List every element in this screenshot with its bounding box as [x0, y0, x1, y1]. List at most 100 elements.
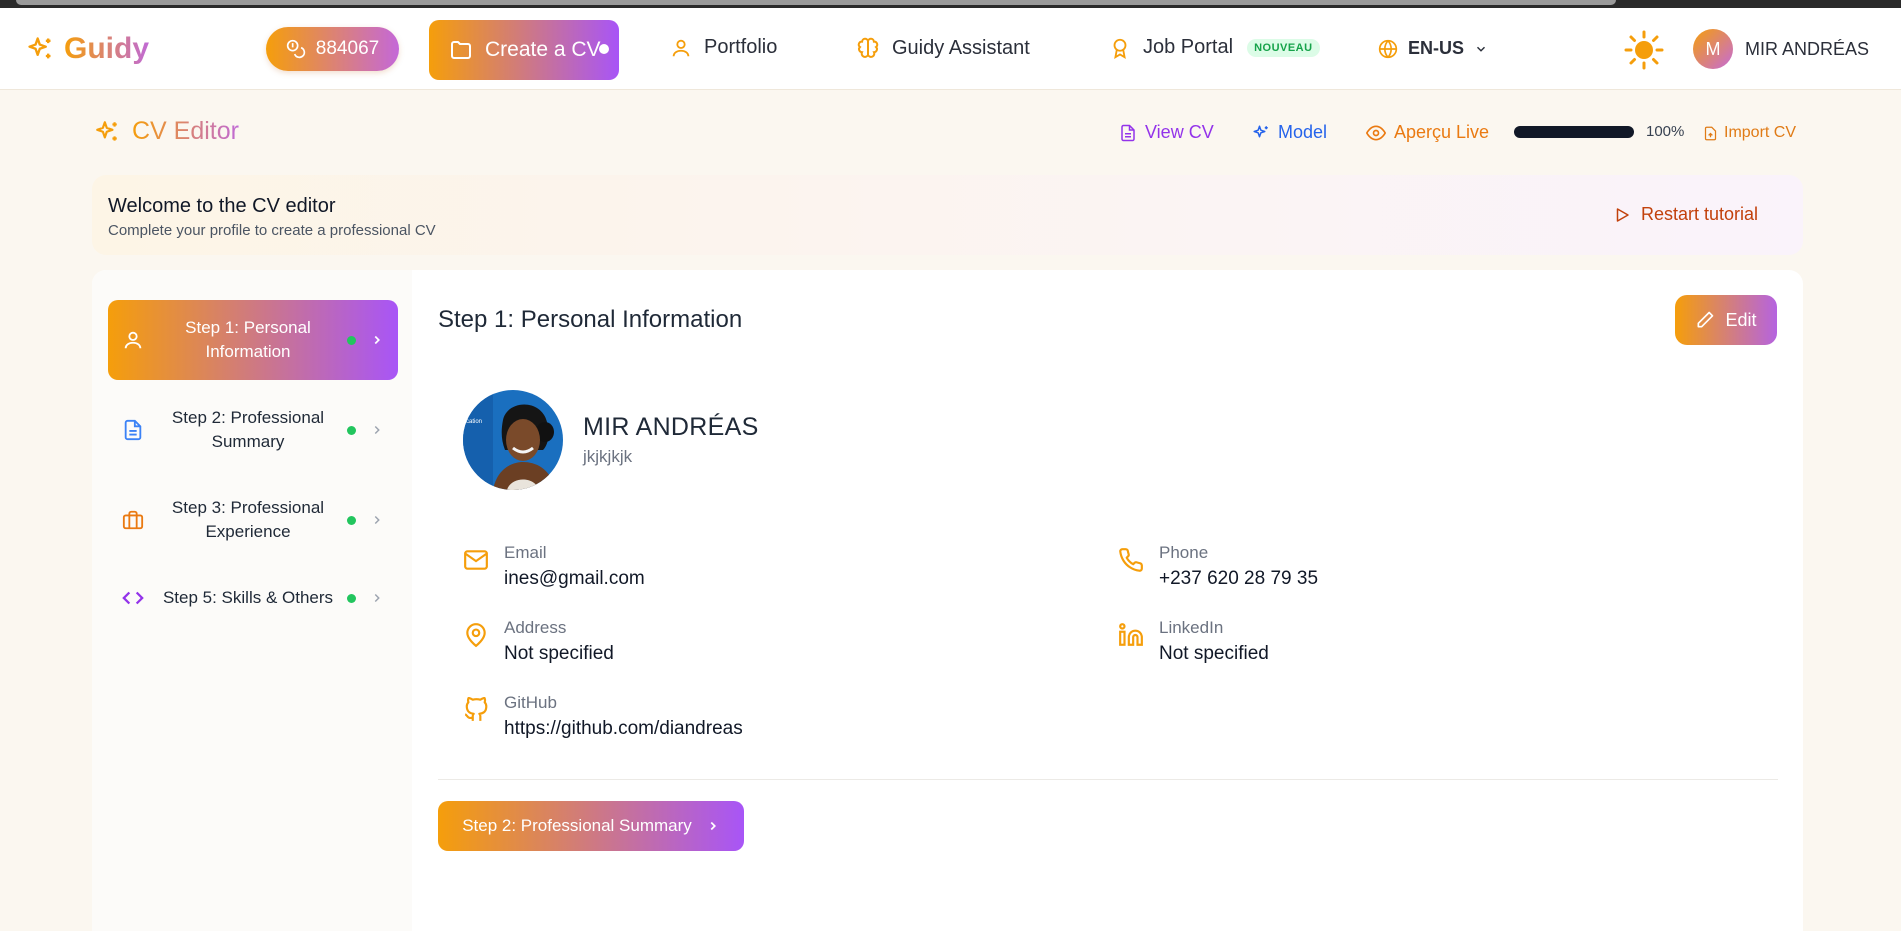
new-badge: NOUVEAU — [1247, 38, 1320, 57]
code-icon — [122, 591, 144, 605]
phone-value: +237 620 28 79 35 — [1159, 568, 1319, 589]
address-field: Address Not specified — [463, 618, 963, 668]
step-professional-summary[interactable]: Step 2: Professional Summary — [108, 390, 398, 470]
user-name: MIR ANDRÉAS — [1745, 38, 1870, 59]
linkedin-field: LinkedIn Not specified — [1118, 618, 1618, 668]
profile-name: MIR ANDRÉAS — [583, 413, 759, 441]
welcome-banner: Welcome to the CV editor Complete your p… — [92, 175, 1803, 255]
github-value[interactable]: https://github.com/diandreas — [504, 718, 743, 740]
edit-label: Edit — [1725, 309, 1757, 330]
user-icon — [672, 39, 690, 56]
step-personal-information[interactable]: Step 1: Personal Information — [108, 300, 398, 380]
avatar: M — [1693, 29, 1733, 69]
phone-icon — [1119, 548, 1143, 572]
email-value: ines@gmail.com — [504, 568, 645, 589]
next-step-button[interactable]: Step 2: Professional Summary — [438, 801, 744, 851]
sparkles-icon — [28, 37, 51, 59]
restart-tutorial-label: Restart tutorial — [1640, 204, 1758, 224]
nav-portfolio-label: Portfolio — [704, 36, 778, 58]
model-link[interactable]: Model — [1252, 122, 1327, 143]
next-step-label: Step 2: Professional Summary — [462, 816, 692, 835]
restart-tutorial-button[interactable]: Restart tutorial — [1613, 204, 1758, 225]
document-icon — [1121, 124, 1135, 141]
phone-field: Phone +237 620 28 79 35 — [1118, 543, 1618, 593]
chevron-right-icon — [374, 593, 380, 603]
pencil-icon — [1697, 311, 1714, 328]
sparkles-icon — [1253, 125, 1268, 137]
create-cv-label: Create a CV — [485, 38, 601, 61]
nav-job-portal[interactable]: Job Portal NOUVEAU — [1109, 36, 1320, 59]
user-menu[interactable]: M MIR ANDRÉAS — [1693, 29, 1869, 69]
edit-button[interactable]: Edit — [1675, 295, 1777, 345]
import-cv-link[interactable]: Import CV — [1703, 124, 1796, 142]
globe-icon — [1378, 39, 1398, 58]
progress-bar — [1514, 125, 1634, 138]
file-upload-icon — [1704, 126, 1717, 140]
view-cv-link[interactable]: View CV — [1119, 122, 1214, 143]
chevron-right-icon — [374, 335, 380, 345]
step-label: Step 1: Personal Information — [185, 318, 311, 361]
mail-icon — [464, 550, 488, 570]
chevron-right-icon — [374, 515, 380, 525]
briefcase-icon — [122, 510, 144, 530]
step-label: Step 3: Professional Experience — [171, 498, 325, 541]
browser-tab-strip — [16, 0, 1616, 5]
sun-icon[interactable] — [1624, 30, 1664, 70]
live-preview-link[interactable]: Aperçu Live — [1366, 122, 1489, 143]
map-pin-icon — [466, 623, 486, 648]
linkedin-value: Not specified — [1159, 643, 1269, 664]
award-icon — [1113, 38, 1127, 59]
step-complete-dot — [347, 335, 356, 345]
sparkles-icon — [96, 120, 117, 141]
import-cv-label: Import CV — [1724, 124, 1797, 141]
play-icon — [1616, 207, 1629, 222]
step-label: Step 2: Professional Summary — [171, 408, 325, 451]
brain-icon — [857, 37, 879, 58]
language-value: EN-US — [1408, 38, 1465, 58]
step-skills-others[interactable]: Step 5: Skills & Others — [108, 558, 398, 638]
step-professional-experience[interactable]: Step 3: Professional Experience — [108, 480, 398, 560]
chevron-down-icon — [1477, 46, 1486, 52]
points-badge[interactable]: 884067 — [266, 27, 399, 71]
linkedin-label: LinkedIn — [1159, 618, 1224, 637]
nav-guidy-assistant[interactable]: Guidy Assistant — [856, 36, 1030, 60]
page-title: CV Editor — [94, 117, 239, 146]
brand-logo[interactable]: Guidy — [26, 32, 149, 66]
email-label: Email — [504, 543, 547, 562]
address-value: Not specified — [504, 643, 614, 664]
nav-portfolio[interactable]: Portfolio — [670, 36, 777, 59]
section-divider — [438, 779, 1778, 780]
active-indicator-dot — [599, 44, 609, 54]
welcome-subtitle: Complete your profile to create a profes… — [108, 222, 436, 239]
github-icon — [464, 697, 488, 721]
folder-icon — [451, 41, 471, 59]
steps-sidebar: Step 1: Personal Information Step 2: Pro… — [92, 270, 412, 931]
nav-job-portal-label: Job Portal — [1143, 36, 1234, 58]
welcome-heading: Welcome to the CV editor — [108, 195, 336, 217]
page-title-text: CV Editor — [132, 117, 239, 145]
nav-assistant-label: Guidy Assistant — [892, 36, 1030, 59]
github-field: GitHub https://github.com/diandreas — [463, 693, 1063, 743]
section-title: Step 1: Personal Information — [438, 306, 743, 333]
photo-text: cation — [466, 419, 482, 425]
model-label: Model — [1278, 122, 1328, 142]
address-label: Address — [504, 618, 567, 637]
create-cv-button[interactable]: Create a CV — [429, 20, 619, 80]
step-complete-dot — [347, 515, 356, 525]
document-icon — [124, 419, 142, 441]
top-navbar: Guidy 884067 Create a CV Portfolio Guidy… — [0, 8, 1901, 90]
progress-text: 100% — [1646, 123, 1685, 140]
editor-card: Step 1: Personal Information Step 2: Pro… — [92, 270, 1803, 931]
profile-progress: 100% — [1514, 123, 1684, 140]
step-complete-dot — [347, 593, 356, 603]
github-label: GitHub — [504, 693, 557, 712]
progress-fill — [1514, 125, 1634, 138]
chevron-right-icon — [710, 821, 716, 831]
profile-title: jkjkjkjk — [583, 447, 633, 466]
live-preview-label: Aperçu Live — [1394, 122, 1490, 142]
eye-icon — [1366, 124, 1386, 141]
language-selector[interactable]: EN-US — [1378, 38, 1488, 59]
user-icon — [124, 331, 142, 349]
view-cv-label: View CV — [1145, 122, 1214, 142]
chevron-right-icon — [374, 425, 380, 435]
